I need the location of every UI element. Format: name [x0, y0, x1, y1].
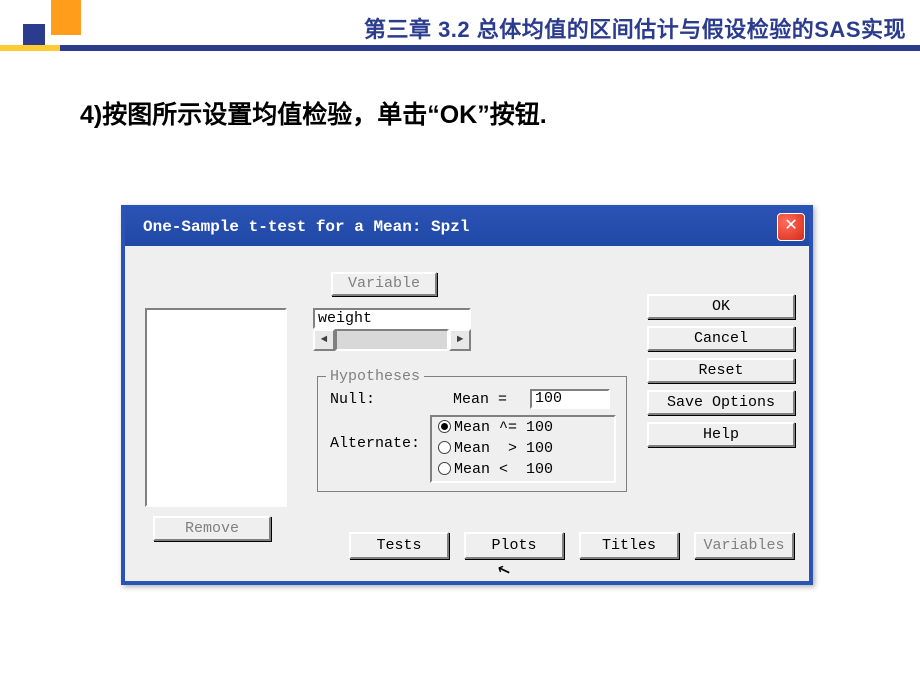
chapter-title: 第三章 3.2 总体均值的区间估计与假设检验的SAS实现: [364, 12, 906, 44]
alt-lt-label: Mean < 100: [454, 461, 553, 478]
radio-icon: [438, 420, 451, 433]
variable-button[interactable]: Variable: [331, 272, 437, 296]
decor-yellow-bar: [0, 45, 60, 51]
reset-button[interactable]: Reset: [647, 358, 795, 383]
scroll-left-icon[interactable]: ◄: [313, 329, 335, 351]
decor-blue-bar: [60, 45, 920, 51]
cancel-button[interactable]: Cancel: [647, 326, 795, 351]
radio-icon: [438, 462, 451, 475]
dialog-title: One-Sample t-test for a Mean: Spzl: [143, 218, 469, 236]
help-button[interactable]: Help: [647, 422, 795, 447]
ttest-dialog: One-Sample t-test for a Mean: Spzl ✕ Var…: [121, 205, 813, 585]
right-button-column: OK Cancel Reset Save Options Help: [647, 294, 795, 454]
mean-equals-label: Mean =: [453, 391, 507, 408]
null-mean-input[interactable]: 100: [530, 389, 610, 409]
instruction-text: 4)按图所示设置均值检验，单击“OK”按钮.: [80, 95, 547, 131]
alt-ne-label: Mean ^= 100: [454, 419, 553, 436]
variables-button[interactable]: Variables: [694, 532, 794, 559]
ok-button[interactable]: OK: [647, 294, 795, 319]
remove-button[interactable]: Remove: [153, 516, 271, 541]
slide-header: 第三章 3.2 总体均值的区间估计与假设检验的SAS实现: [0, 0, 920, 55]
decor-orange-square: [51, 0, 81, 35]
save-options-button[interactable]: Save Options: [647, 390, 795, 415]
tests-button[interactable]: Tests: [349, 532, 449, 559]
alternate-label: Alternate:: [330, 435, 420, 452]
decor-blue-square: [23, 24, 45, 46]
alternate-options: Mean ^= 100 Mean > 100 Mean < 100: [430, 415, 616, 483]
selected-variable-field[interactable]: weight: [313, 308, 471, 329]
dialog-titlebar[interactable]: One-Sample t-test for a Mean: Spzl ✕: [125, 209, 809, 246]
scroll-track[interactable]: [335, 329, 449, 351]
scroll-right-icon[interactable]: ►: [449, 329, 471, 351]
titles-button[interactable]: Titles: [579, 532, 679, 559]
variable-listbox[interactable]: [145, 308, 287, 507]
hypotheses-group: Hypotheses Null: Mean = 100 Alternate: M…: [317, 376, 627, 492]
alt-gt-label: Mean > 100: [454, 440, 553, 457]
plots-button[interactable]: Plots: [464, 532, 564, 559]
alt-option-lt[interactable]: Mean < 100: [432, 459, 614, 480]
close-icon[interactable]: ✕: [777, 213, 805, 241]
radio-icon: [438, 441, 451, 454]
bottom-button-row: Tests Plots Titles Variables: [349, 532, 800, 559]
dialog-body: Variable Remove weight ◄ ► Hypotheses Nu…: [125, 246, 809, 581]
null-label: Null:: [330, 391, 375, 408]
alt-option-gt[interactable]: Mean > 100: [432, 438, 614, 459]
alt-option-ne[interactable]: Mean ^= 100: [432, 417, 614, 438]
hypotheses-legend: Hypotheses: [326, 368, 424, 385]
